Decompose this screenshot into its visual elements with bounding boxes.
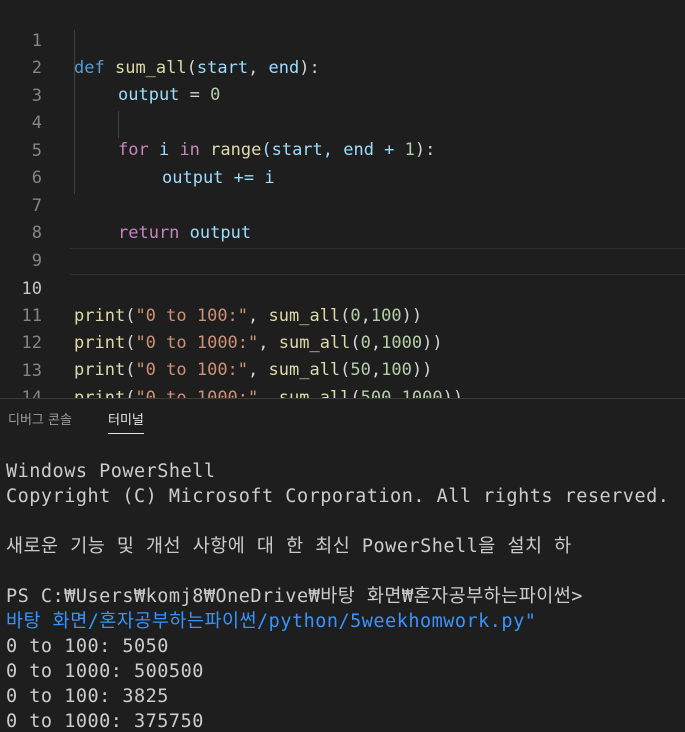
code-line[interactable]: 13 print("0 to 1000:", sum_all(500,1000)… — [0, 331, 685, 398]
line-code: print("0 to 1000:", sum_all(500,1000)) — [74, 388, 464, 398]
terminal-output: 0 to 1000: 500500 — [6, 661, 204, 682]
code-editor[interactable]: 1 def sum_all(start, end): 2 output = 0 … — [0, 0, 685, 398]
terminal-output: 0 to 100: 5050 — [6, 636, 169, 657]
terminal-prompt: PS C:₩Users₩komj8₩OneDrive₩바탕 화면₩혼자공부하는파… — [6, 586, 583, 607]
code-line[interactable]: 11 print("0 to 1000:", sum_all(0,1000)) — [0, 276, 685, 353]
code-line-current[interactable]: 10 print("0 to 100:", sum_all(0,100)) — [22, 248, 685, 326]
code-line[interactable]: 2 output = 0 — [0, 28, 685, 105]
code-line[interactable]: 12 print("0 to 100:", sum_all(50,100)) — [0, 303, 685, 380]
terminal-line: 새로운 기능 및 개선 사항에 대 한 최신 PowerShell을 설치 하 — [6, 536, 572, 557]
terminal[interactable]: Windows PowerShell Copyright (C) Microso… — [0, 440, 685, 732]
code-line[interactable]: 14 — [0, 358, 685, 398]
code-line[interactable]: 3 — [0, 56, 685, 106]
tab-debug-console[interactable]: 디버그 콘솔 — [8, 411, 72, 431]
code-line[interactable]: 1 def sum_all(start, end): — [0, 1, 685, 78]
line-number: 14 — [21, 388, 42, 398]
code-line[interactable]: 8 — [0, 193, 685, 243]
terminal-output: 0 to 1000: 375750 — [6, 711, 204, 732]
tab-terminal[interactable]: 터미널 — [108, 411, 144, 434]
terminal-path-link[interactable]: 바탕 화면/혼자공부하는파이썬/python/5weekhomwork.py" — [6, 609, 536, 634]
terminal-line: Copyright (C) Microsoft Corporation. All… — [6, 486, 670, 507]
terminal-output: 0 to 100: 3825 — [6, 686, 169, 707]
code-line[interactable]: 5 output += i — [0, 111, 685, 188]
terminal-line: Windows PowerShell — [6, 461, 216, 482]
panel-tab-bar: 디버그 콘솔 터미널 — [0, 398, 685, 439]
code-line[interactable]: 9 — [0, 221, 685, 271]
code-line[interactable]: 7 return output — [0, 166, 685, 243]
code-line[interactable]: 6 — [0, 138, 685, 188]
code-line[interactable]: 4 for i in range(start, end + 1): — [0, 83, 685, 160]
line-number: 9 — [31, 251, 42, 271]
